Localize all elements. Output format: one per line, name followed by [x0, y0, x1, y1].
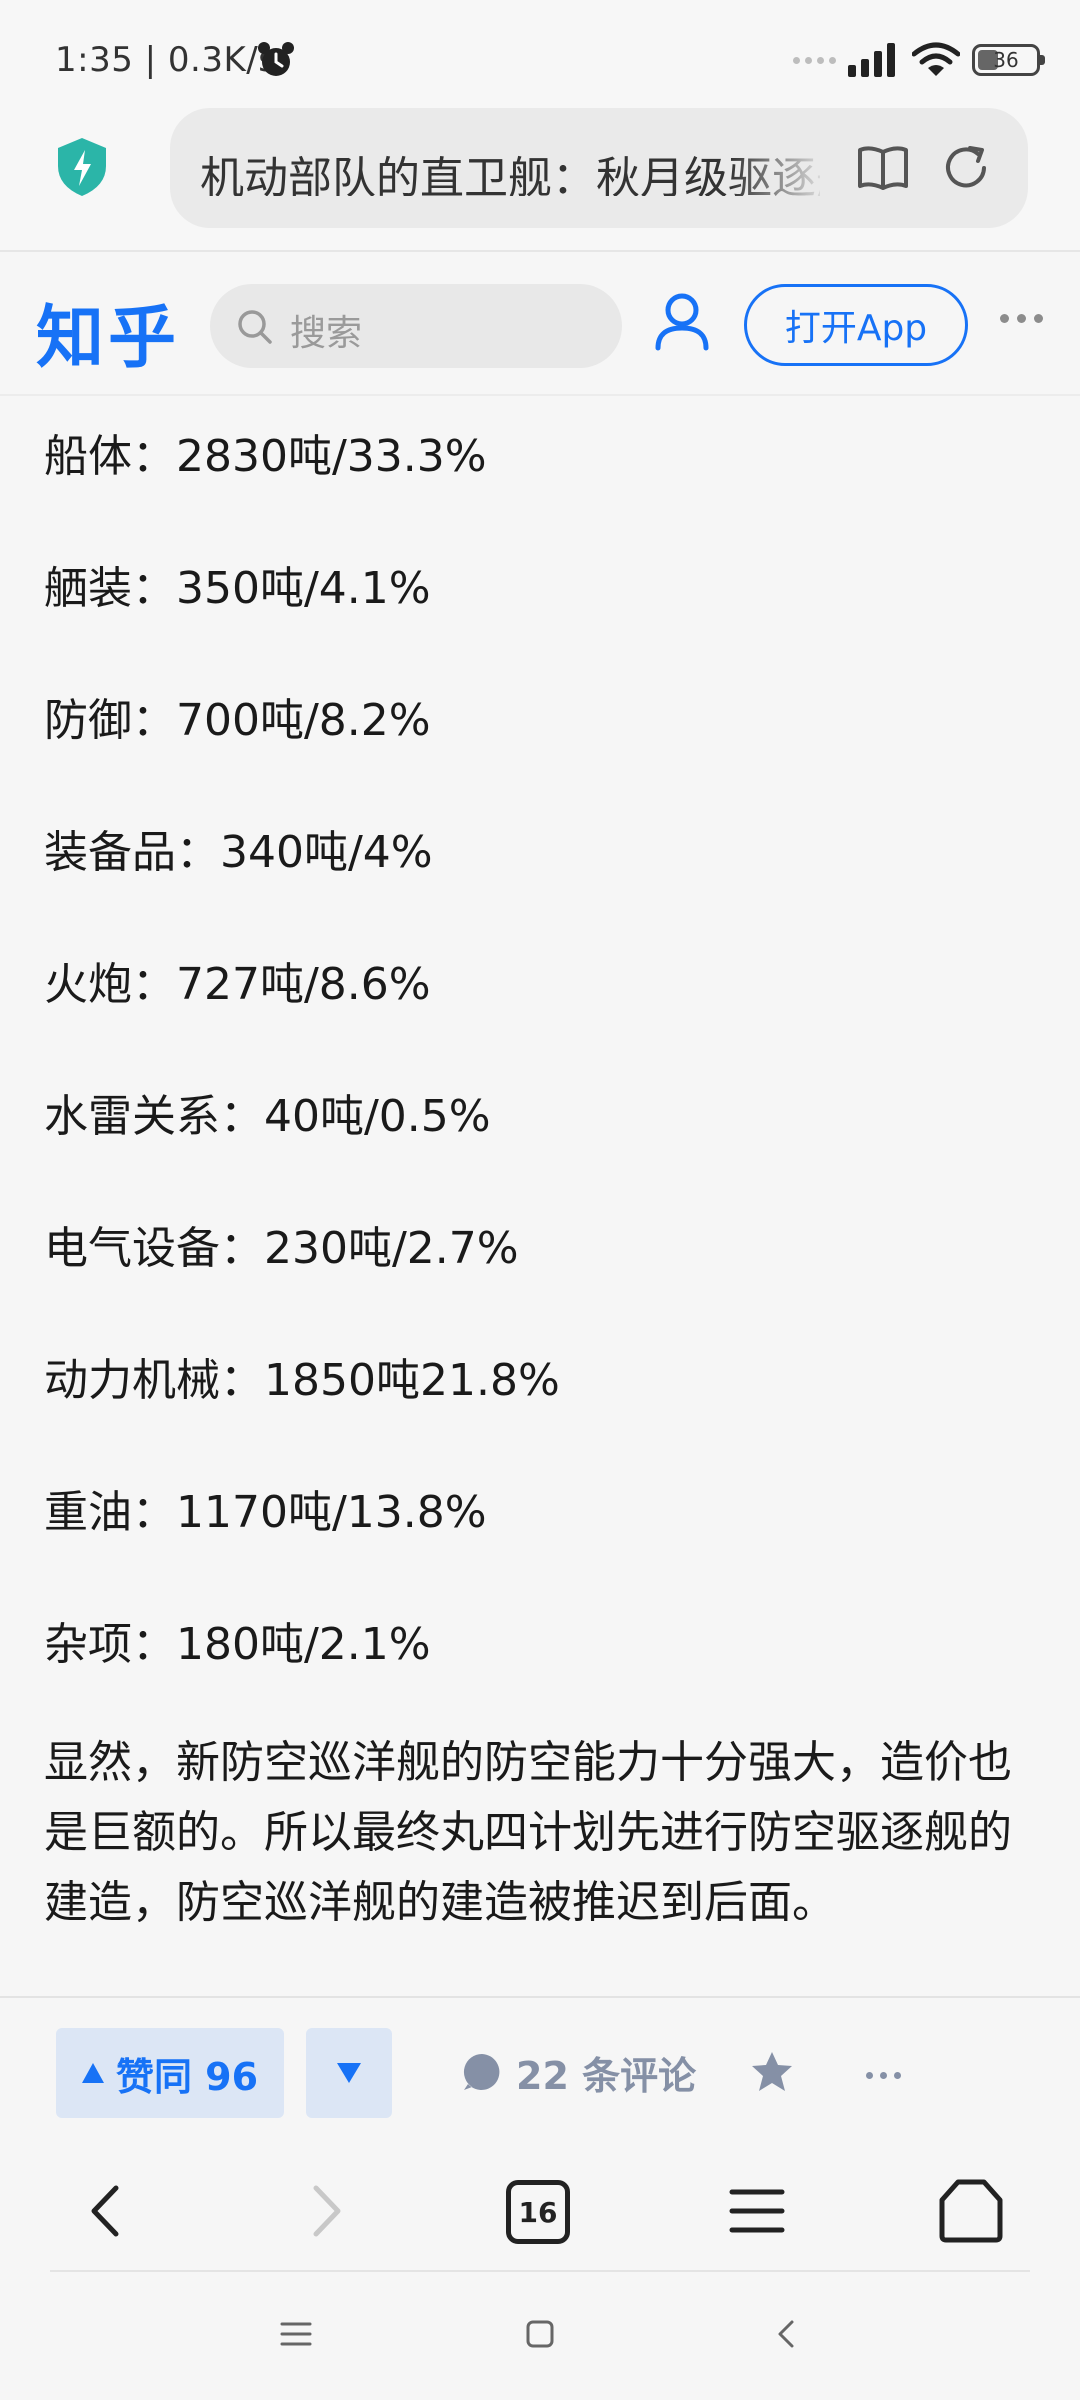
system-nav	[0, 2272, 1080, 2400]
vote-down-icon	[337, 2063, 361, 2083]
user-icon[interactable]	[652, 290, 712, 352]
star-icon[interactable]	[750, 2050, 794, 2094]
stat-line: 杂项：180吨/2.1%	[44, 1619, 431, 1670]
vote-up-button[interactable]: 赞同 96	[56, 2028, 284, 2118]
zhihu-logo[interactable]: 知乎	[36, 282, 180, 381]
tabs-button[interactable]: 16	[506, 2180, 570, 2244]
system-home-icon[interactable]	[518, 2312, 562, 2356]
cell-signal-icon	[848, 43, 895, 77]
zhihu-header: 知乎 搜索 打开App	[0, 254, 1080, 396]
reader-mode-icon[interactable]	[856, 144, 910, 192]
back-icon[interactable]	[72, 2176, 142, 2246]
search-input[interactable]: 搜索	[210, 284, 622, 368]
article-paragraph: 显然，新防空巡洋舰的防空能力十分强大，造价也是巨额的。所以最终丸四计划先进行防空…	[44, 1737, 1012, 1928]
wifi-icon	[912, 42, 960, 76]
browser-nav: 16	[0, 2152, 1080, 2270]
open-app-button[interactable]: 打开App	[744, 284, 968, 366]
search-placeholder: 搜索	[290, 313, 363, 354]
vote-up-label: 赞同 96	[115, 2054, 259, 2099]
comment-icon	[463, 2054, 500, 2090]
stat-line: 水雷关系：40吨/0.5%	[44, 1091, 491, 1142]
vote-up-icon	[81, 2063, 104, 2083]
stat-line: 船体：2830吨/33.3%	[44, 431, 487, 482]
forward-icon[interactable]	[290, 2176, 360, 2246]
more-icon[interactable]	[866, 2072, 901, 2079]
tab-count: 16	[518, 2195, 558, 2229]
network-activity-icon	[793, 56, 836, 64]
url-field[interactable]: 机动部队的直卫舰：秋月级驱逐舰	[170, 108, 1028, 228]
stat-line: 动力机械：1850吨21.8%	[44, 1355, 560, 1406]
system-back-icon[interactable]	[766, 2312, 810, 2356]
stat-line: 装备品：340吨/4%	[44, 827, 433, 878]
stat-line: 重油：1170吨/13.8%	[44, 1487, 487, 1538]
stat-line: 防御：700吨/8.2%	[44, 695, 431, 746]
reload-icon[interactable]	[940, 142, 992, 194]
comments-label: 22 条评论	[516, 2053, 697, 2098]
more-icon[interactable]	[1000, 314, 1043, 323]
battery-indicator: 36	[972, 44, 1045, 76]
browser-address-bar: 机动部队的直卫舰：秋月级驱逐舰	[0, 100, 1080, 252]
alarm-icon	[258, 42, 294, 76]
vote-down-button[interactable]	[306, 2028, 392, 2118]
search-icon	[238, 310, 272, 344]
comments-button[interactable]: 22 条评论	[462, 2042, 696, 2102]
status-time: 1:35 | 0.3K/s	[55, 40, 277, 80]
action-bar: 赞同 96 22 条评论	[0, 1996, 1080, 2152]
status-bar: 1:35 | 0.3K/s 36	[0, 0, 1080, 110]
stat-line: 火炮：727吨/8.6%	[44, 959, 431, 1010]
home-icon[interactable]	[936, 2176, 1006, 2246]
recents-icon[interactable]	[274, 2312, 318, 2356]
shield-icon[interactable]	[54, 136, 110, 198]
stat-line: 电气设备：230吨/2.7%	[44, 1223, 519, 1274]
stat-line: 舾装：350吨/4.1%	[44, 563, 431, 614]
menu-icon[interactable]	[722, 2176, 792, 2246]
battery-level: 36	[993, 48, 1019, 72]
url-title: 机动部队的直卫舰：秋月级驱逐舰	[200, 153, 820, 196]
